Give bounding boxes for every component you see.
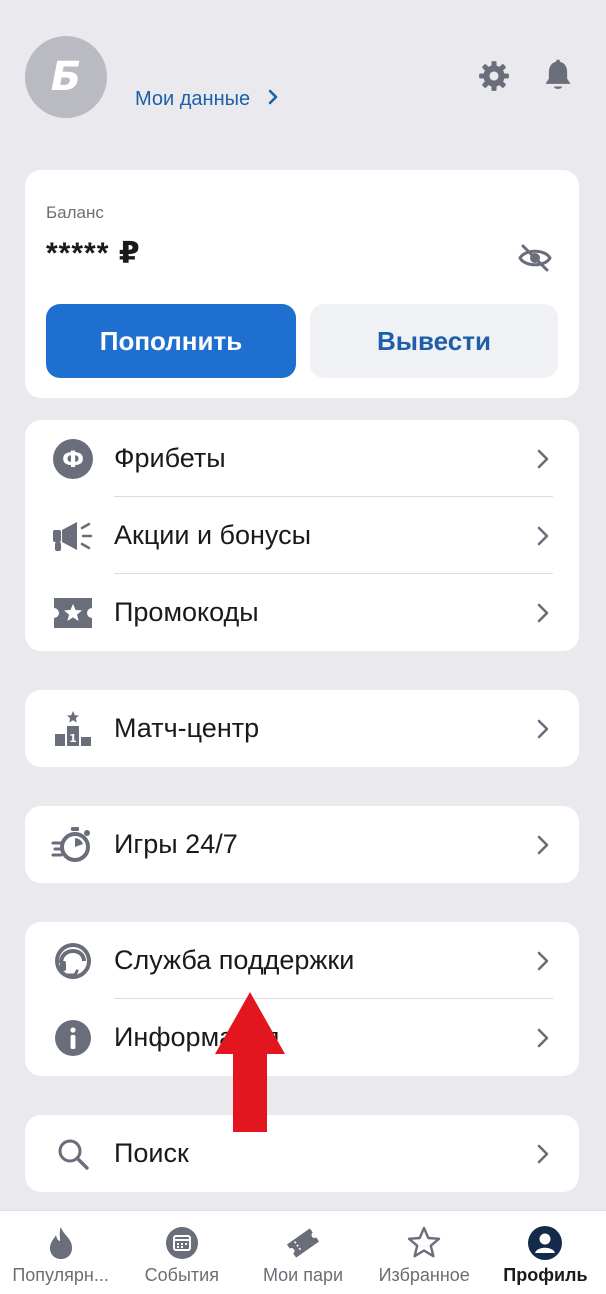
withdraw-button[interactable]: Вывести <box>310 304 558 378</box>
menu-item-label: Игры 24/7 <box>114 829 238 859</box>
tab-my-bets[interactable]: Мои пари <box>242 1211 363 1294</box>
menu-group-support: Служба поддержки Информация <box>25 922 579 1076</box>
chevron-right-icon <box>268 88 278 111</box>
tab-favorites[interactable]: Избранное <box>364 1211 485 1294</box>
menu-item-label: Промокоды <box>114 597 259 627</box>
svg-text:1: 1 <box>69 732 77 745</box>
support-chat-icon <box>51 939 95 983</box>
chevron-right-icon <box>533 831 553 859</box>
my-data-link[interactable]: Мои данные <box>135 88 278 111</box>
menu-item-information[interactable]: Информация <box>25 999 579 1076</box>
chevron-right-icon <box>533 599 553 627</box>
ticket-icon <box>285 1225 321 1261</box>
megaphone-icon <box>51 514 95 558</box>
menu-item-search[interactable]: Поиск <box>25 1115 579 1192</box>
tab-profile[interactable]: Профиль <box>485 1211 606 1294</box>
info-icon <box>51 1016 95 1060</box>
chevron-right-icon <box>533 522 553 550</box>
freebet-icon: Ф <box>51 437 95 481</box>
bottom-tab-bar: Популярн... События Мои пари Избранное П… <box>0 1210 606 1294</box>
tab-label: Мои пари <box>262 1265 344 1285</box>
menu-item-promocodes[interactable]: Промокоды <box>25 574 579 651</box>
tab-label: Избранное <box>378 1265 470 1285</box>
flame-icon <box>48 1225 74 1261</box>
profile-icon <box>527 1225 563 1261</box>
my-data-label: Мои данные <box>135 88 251 110</box>
menu-item-label: Поиск <box>114 1138 189 1168</box>
menu-item-label: Фрибеты <box>114 443 226 473</box>
tab-events[interactable]: События <box>121 1211 242 1294</box>
menu-group-match-center: 1 Матч-центр <box>25 690 579 767</box>
chevron-right-icon <box>533 947 553 975</box>
chevron-right-icon <box>533 1140 553 1168</box>
menu-group-search: Поиск <box>25 1115 579 1192</box>
deposit-button[interactable]: Пополнить <box>46 304 296 378</box>
chevron-right-icon <box>533 1024 553 1052</box>
bell-icon[interactable] <box>538 56 578 96</box>
annotation-arrow <box>215 992 285 1132</box>
balance-value: ***** ₽ <box>46 237 141 270</box>
profile-header: Б Мои данные <box>0 0 606 160</box>
menu-item-label: Матч-центр <box>114 713 260 743</box>
eye-off-icon[interactable] <box>515 238 555 278</box>
menu-item-match-center[interactable]: 1 Матч-центр <box>25 690 579 767</box>
chevron-right-icon <box>533 715 553 743</box>
star-icon <box>407 1225 441 1261</box>
gear-icon[interactable] <box>474 56 514 96</box>
menu-item-label: Акции и бонусы <box>114 520 312 550</box>
menu-item-label: Служба поддержки <box>114 945 355 975</box>
menu-item-promotions[interactable]: Акции и бонусы <box>25 497 579 574</box>
podium-icon: 1 <box>51 707 95 751</box>
menu-item-freebets[interactable]: Ф Фрибеты <box>25 420 579 497</box>
balance-card: Баланс ***** ₽ Пополнить Вывести <box>25 170 579 398</box>
tab-popular[interactable]: Популярн... <box>0 1211 121 1294</box>
balance-label: Баланс <box>46 203 104 222</box>
menu-item-games[interactable]: Игры 24/7 <box>25 806 579 883</box>
svg-text:Ф: Ф <box>62 448 84 473</box>
stopwatch-icon <box>51 823 95 867</box>
promo-ticket-icon <box>51 591 95 635</box>
menu-group-bonuses: Ф Фрибеты Акции и бонусы Промокоды <box>25 420 579 651</box>
menu-item-support[interactable]: Служба поддержки <box>25 922 579 999</box>
tab-label: Популярн... <box>12 1265 109 1285</box>
chevron-right-icon <box>533 445 553 473</box>
calendar-icon <box>165 1225 199 1261</box>
tab-label: События <box>144 1265 219 1285</box>
avatar[interactable]: Б <box>25 36 107 118</box>
tab-label: Профиль <box>503 1265 588 1285</box>
search-icon <box>51 1132 95 1176</box>
menu-group-games: Игры 24/7 <box>25 806 579 883</box>
